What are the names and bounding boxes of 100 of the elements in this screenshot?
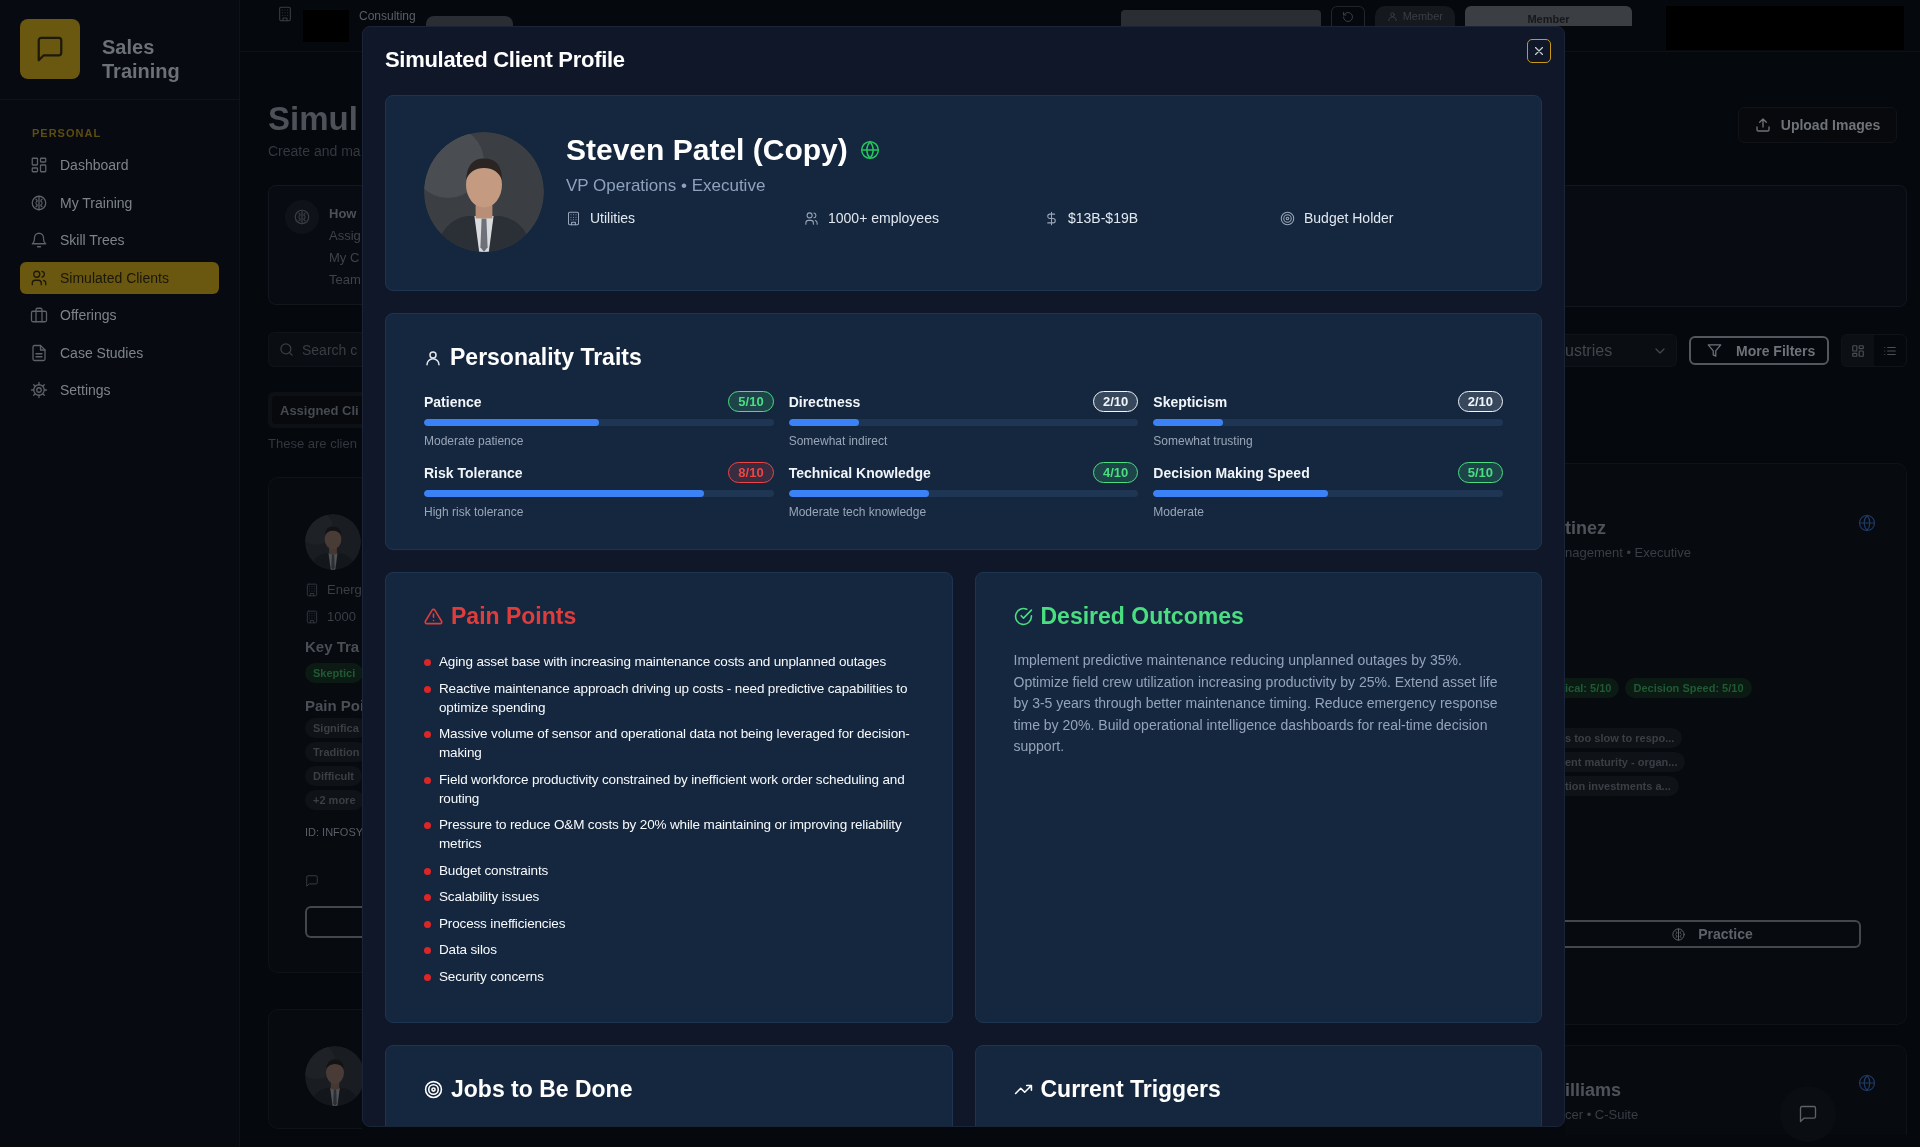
app-title: Sales Training xyxy=(102,35,181,83)
bullet-icon xyxy=(424,920,431,928)
score-badge: 2/10 xyxy=(1457,391,1503,412)
pain-point: Field workforce productivity constrained by inefficient work order scheduling and routing xyxy=(439,770,906,808)
client-name: Steven Patel (Copy) xyxy=(566,132,848,168)
trait-description: Somewhat indirect xyxy=(788,434,889,448)
check-circle-icon xyxy=(1013,607,1033,626)
organization-name: Consulting xyxy=(359,9,416,23)
warning-icon xyxy=(424,607,443,626)
pain-point: Massive volume of sensor and operational data not being leveraged for decision-making xyxy=(439,725,911,762)
bullet-icon xyxy=(424,731,431,738)
filter-icon xyxy=(1707,343,1722,358)
trait-name: Decision Making Speed xyxy=(1153,464,1310,481)
user-icon xyxy=(424,348,442,367)
nav-item[interactable]: Dashboard xyxy=(20,149,219,181)
globe-icon xyxy=(859,140,880,160)
section-label: PERSONAL xyxy=(32,127,103,139)
pain-point: Pressure to reduce O&M costs by 20% while maintaining or improving reliability metrics xyxy=(439,816,903,853)
pain-point: Aging asset base with increasing maintenance costs and unplanned outages xyxy=(439,653,886,671)
nav-item[interactable]: Settings xyxy=(20,374,219,406)
trait-name: Risk Tolerance xyxy=(424,464,523,481)
trait-description: Moderate patience xyxy=(424,434,525,448)
dialog-title: Simulated Client Profile xyxy=(385,47,625,73)
outcomes-text: Implement predictive maintenance reducing unplanned outages by 35%. Optimize field crew utilization increasing productivity by 25%. Extend asset life by 3-5 years through better maintenance timing. Reduce emergency response time by 20%. Build operational intelligence dashboards for real-time decision support. xyxy=(1013,651,1499,756)
client-fact: 1000+ employees xyxy=(828,210,939,226)
people-icon xyxy=(804,210,819,226)
score-badge: 2/10 xyxy=(1093,391,1139,412)
info-line: Team xyxy=(329,272,361,287)
trait-name: Technical Knowledge xyxy=(788,464,931,481)
nav-item[interactable]: Case Studies xyxy=(20,336,219,369)
trait-tag: Skeptici xyxy=(305,663,364,683)
client-fact: $13B-$19B xyxy=(1068,210,1139,226)
section-heading: Current Triggers xyxy=(1040,1076,1221,1103)
trait-tag: ical: 5/10 xyxy=(1565,678,1620,698)
upload-button[interactable]: Upload Images xyxy=(1737,107,1898,143)
nav-item[interactable]: Offerings xyxy=(20,299,219,331)
info-heading: How xyxy=(329,206,358,221)
client-fact: Utilities xyxy=(590,210,636,226)
bullet-icon xyxy=(424,894,431,901)
trait-description: High risk tolerance xyxy=(424,505,525,519)
globe-icon xyxy=(1858,514,1877,532)
score-badge: 8/10 xyxy=(728,462,774,483)
user-icon xyxy=(1386,10,1398,22)
trait-description: Somewhat trusting xyxy=(1153,434,1254,448)
pain-point: Scalability issues xyxy=(439,888,540,906)
page-title: Simul xyxy=(268,99,359,139)
bullet-icon xyxy=(424,776,431,784)
close-button[interactable] xyxy=(1527,39,1551,63)
client-role: VP Operations • Executive xyxy=(566,176,767,196)
grid-view-button[interactable] xyxy=(1842,335,1875,366)
people-icon xyxy=(30,268,48,287)
target-icon xyxy=(424,1080,443,1099)
more-filters-button[interactable]: More Filters xyxy=(1689,336,1830,365)
refresh-icon xyxy=(1341,11,1354,23)
trait-description: Moderate tech knowledge xyxy=(788,505,928,519)
pain-point: Process inefficiencies xyxy=(439,914,566,933)
section-heading: Personality Traits xyxy=(450,344,642,371)
bell-icon xyxy=(30,231,48,249)
pain-point: Budget constraints xyxy=(439,861,549,880)
info-line: My C xyxy=(329,250,361,265)
globe-icon xyxy=(1858,1074,1877,1092)
nav-item[interactable]: Simulated Clients xyxy=(20,261,219,294)
pain-point: Data silos xyxy=(439,941,497,959)
briefcase-icon xyxy=(30,306,48,324)
section-heading: Desired Outcomes xyxy=(1040,603,1244,630)
score-badge: 5/10 xyxy=(728,391,774,412)
nav-item[interactable]: Skill Trees xyxy=(20,224,219,256)
bullet-icon xyxy=(424,685,431,693)
section-heading: Key Tra xyxy=(305,638,361,655)
score-badge: 5/10 xyxy=(1457,462,1503,483)
dollar-icon xyxy=(1044,210,1059,226)
close-icon xyxy=(1532,44,1546,58)
trait-name: Directness xyxy=(788,393,861,410)
search-icon xyxy=(279,342,294,357)
document-icon xyxy=(30,343,48,362)
trait-name: Skepticism xyxy=(1153,393,1228,410)
bullet-icon xyxy=(424,867,431,875)
trait-tag: Decision Speed: 5/10 xyxy=(1625,678,1752,698)
tab[interactable]: Assigned Cli xyxy=(272,396,362,424)
chat-icon xyxy=(1798,1104,1819,1124)
settings-icon xyxy=(30,381,48,399)
score-badge: 4/10 xyxy=(1093,462,1139,483)
chat-icon[interactable] xyxy=(305,874,319,888)
building-icon xyxy=(277,6,293,22)
pain-point: Security concerns xyxy=(439,967,544,986)
client-name: tinez xyxy=(1565,518,1606,539)
bullet-icon xyxy=(424,947,431,954)
practice-button[interactable]: Practice xyxy=(1565,920,1861,948)
info-line: Assig xyxy=(329,228,361,243)
target-icon xyxy=(1280,210,1295,226)
nav-item[interactable]: My Training xyxy=(20,186,219,219)
trait-description: Moderate xyxy=(1153,505,1206,519)
section-heading: Jobs to Be Done xyxy=(451,1076,633,1103)
grid-icon xyxy=(1851,343,1866,358)
trait-name: Patience xyxy=(424,393,482,410)
pain-point: Reactive maintenance approach driving up costs - need predictive capabilities to optimize spending xyxy=(439,679,909,717)
client-name: illiams xyxy=(1565,1080,1622,1101)
building-icon xyxy=(305,582,319,597)
building-icon xyxy=(305,609,319,624)
bullet-icon xyxy=(424,659,431,666)
